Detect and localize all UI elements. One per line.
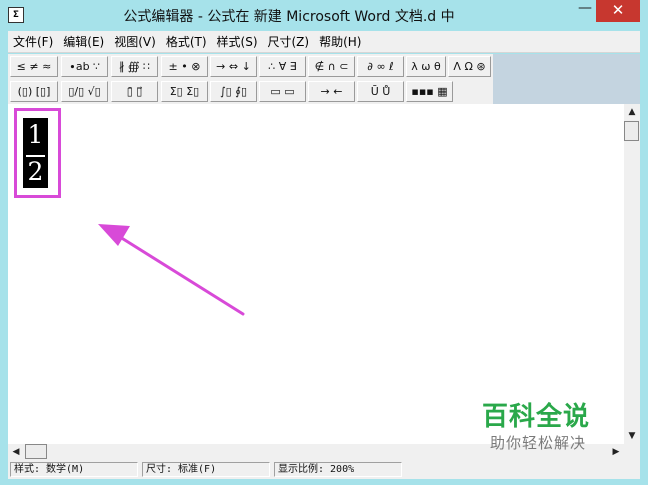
underbar-overbar-templates-button[interactable]: ▭ ▭	[259, 81, 306, 102]
equation-editor-window: Σ 公式编辑器 - 公式在 新建 Microsoft Word 文档.d 中 —…	[0, 0, 648, 485]
labeled-arrow-templates-button[interactable]: → ←	[308, 81, 355, 102]
status-style: 样式: 数学(M)	[10, 462, 138, 477]
script-templates-button[interactable]: ▯̄ ▯⃗	[111, 81, 158, 102]
integral-templates-button[interactable]: ∫▯ ∮▯	[210, 81, 257, 102]
vertical-scrollbar[interactable]: ▲ ▼	[624, 104, 640, 444]
status-zoom: 显示比例: 200%	[274, 462, 402, 477]
template-toolbar: (▯) [▯] ▯/▯ √▯ ▯̄ ▯⃗ Σ▯ Σ▯ ∫▯ ∮▯ ▭ ▭ → ←…	[8, 79, 493, 105]
operators-palette-button[interactable]: ± • ⊗	[161, 56, 208, 77]
scroll-up-button[interactable]: ▲	[624, 104, 640, 120]
menu-help[interactable]: 帮助(H)	[314, 32, 366, 53]
title-bar: Σ 公式编辑器 - 公式在 新建 Microsoft Word 文档.d 中 —…	[0, 0, 648, 30]
close-button[interactable]: ✕	[596, 0, 640, 22]
minimize-button[interactable]: —	[578, 1, 592, 17]
fraction-denominator[interactable]: 2	[23, 158, 48, 186]
menu-size[interactable]: 尺寸(Z)	[263, 32, 315, 53]
set-theory-palette-button[interactable]: ∉ ∩ ⊂	[308, 56, 355, 77]
toolbar-empty-area	[493, 54, 640, 104]
matrix-templates-button[interactable]: ▪▪▪ ▦	[406, 81, 453, 102]
fraction-radical-templates-button[interactable]: ▯/▯ √▯	[61, 81, 108, 102]
symbol-toolbar: ≤ ≠ ≈ ∙ab ∵ ∦ ∰ ∷ ± • ⊗ → ⇔ ↓ ∴ ∀ ∃ ∉ ∩ …	[8, 54, 493, 80]
embellishments-palette-button[interactable]: ∦ ∰ ∷	[111, 56, 158, 77]
horizontal-scroll-thumb[interactable]	[25, 444, 47, 459]
scroll-down-button[interactable]: ▼	[624, 428, 640, 444]
product-templates-button[interactable]: Ū Ů	[357, 81, 404, 102]
logic-palette-button[interactable]: ∴ ∀ ∃	[259, 56, 306, 77]
spaces-palette-button[interactable]: ∙ab ∵	[61, 56, 108, 77]
menu-file[interactable]: 文件(F)	[8, 32, 58, 53]
greek-upper-palette-button[interactable]: Λ Ω ⊛	[448, 56, 491, 77]
arrows-palette-button[interactable]: → ⇔ ↓	[210, 56, 257, 77]
menu-view[interactable]: 视图(V)	[109, 32, 161, 53]
menu-style[interactable]: 样式(S)	[212, 32, 263, 53]
vertical-scroll-thumb[interactable]	[624, 121, 639, 141]
scroll-right-button[interactable]: ▶	[608, 444, 624, 460]
status-bar: 样式: 数学(M) 尺寸: 标准(F) 显示比例: 200%	[8, 460, 640, 479]
watermark-slogan: 助你轻松解决	[490, 434, 587, 452]
fraction-formula[interactable]: 1 2	[23, 118, 48, 188]
menu-edit[interactable]: 编辑(E)	[58, 32, 109, 53]
misc-symbols-palette-button[interactable]: ∂ ∞ ℓ	[357, 56, 404, 77]
fraction-numerator[interactable]: 1	[23, 121, 48, 149]
window-title: 公式编辑器 - 公式在 新建 Microsoft Word 文档.d 中	[123, 9, 455, 25]
scroll-left-button[interactable]: ◀	[8, 444, 24, 460]
pointer-arrow-icon	[98, 224, 245, 316]
status-size: 尺寸: 标准(F)	[142, 462, 270, 477]
fence-templates-button[interactable]: (▯) [▯]	[10, 81, 58, 102]
greek-lower-palette-button[interactable]: λ ω θ	[406, 56, 446, 77]
relations-palette-button[interactable]: ≤ ≠ ≈	[10, 56, 58, 77]
scroll-corner	[624, 444, 640, 460]
summation-templates-button[interactable]: Σ▯ Σ▯	[161, 81, 208, 102]
formula-highlight-box: 1 2	[14, 108, 61, 198]
watermark-logo-text: 百科全说	[482, 402, 591, 432]
menu-bar: 文件(F) 编辑(E) 视图(V) 格式(T) 样式(S) 尺寸(Z) 帮助(H)	[8, 31, 640, 53]
menu-format[interactable]: 格式(T)	[161, 32, 212, 53]
